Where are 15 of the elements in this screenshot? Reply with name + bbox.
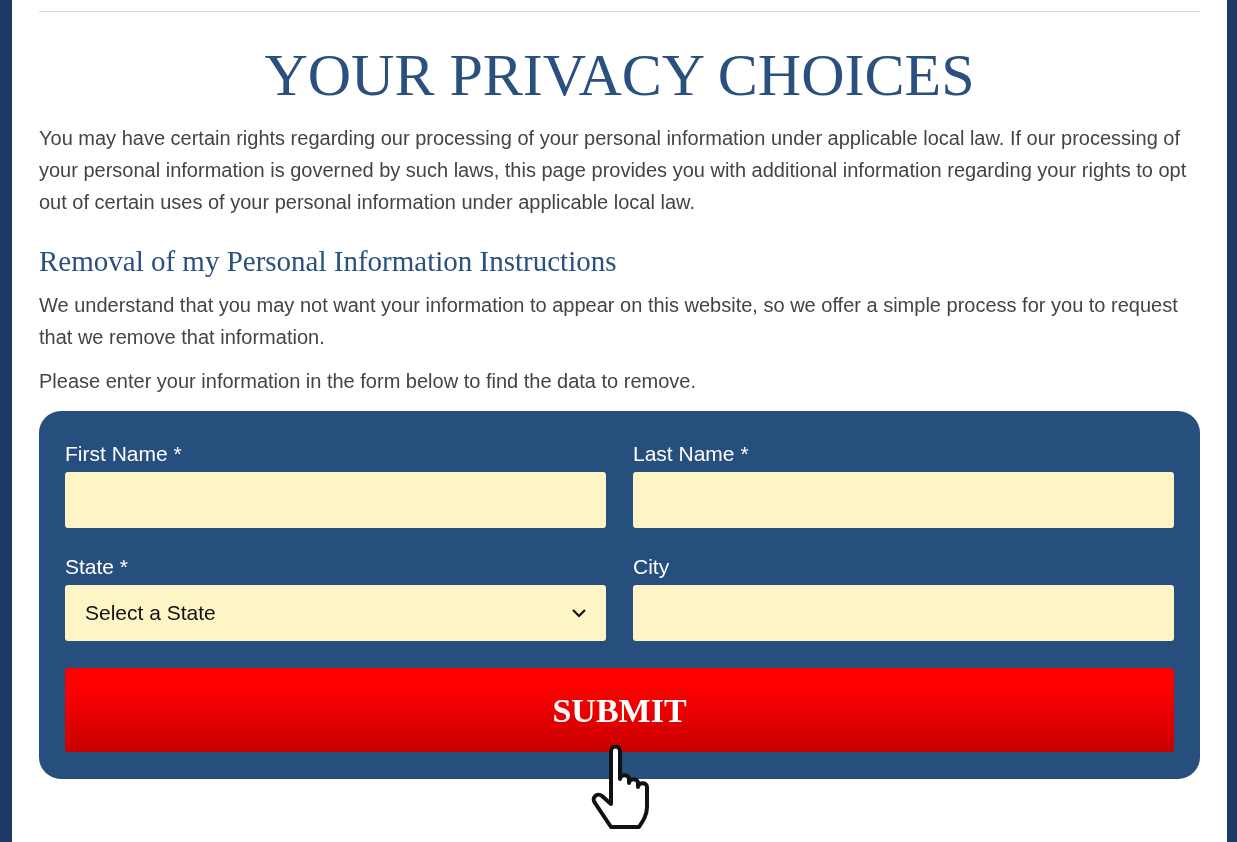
field-label: First Name *: [65, 440, 183, 466]
submit-button[interactable]: SUBMIT: [65, 668, 1174, 753]
field-label: Last Name *: [633, 440, 750, 466]
input-field[interactable]: [633, 472, 1174, 528]
body-paragraph: We understand that you may not want your information to appear on this website, so we offer a simple process for you to request that we remove that information.: [39, 292, 1179, 350]
section-heading: Removal of my Personal Information Instructions: [39, 244, 618, 279]
input-field[interactable]: [633, 585, 1174, 642]
state-dropdown[interactable]: Select a State: [65, 585, 606, 642]
input-field[interactable]: [65, 472, 606, 528]
chevron-down-icon: [572, 608, 586, 618]
body-paragraph: Please enter your information in the form below to find the data to remove.: [39, 368, 698, 394]
intro-paragraph: You may have certain rights regarding our processing of your personal information under applicable local law. If our processing of your personal information is governed by such laws, this page provides you with additional information regarding your rights to opt out of certain uses of your personal information under applicable local law.: [39, 126, 1188, 215]
field-label: City: [633, 554, 671, 580]
page-title: YOUR PRIVACY CHOICES: [263, 42, 976, 108]
field-label: State *: [65, 554, 130, 580]
